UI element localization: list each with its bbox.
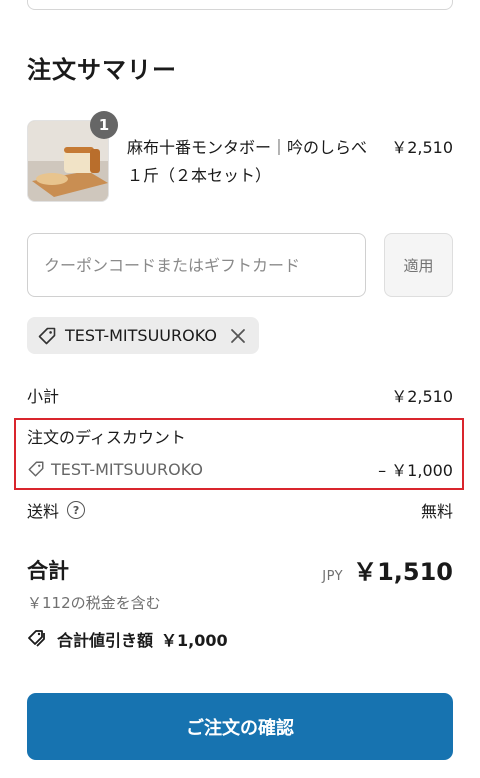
discount-label: 注文のディスカウント <box>27 428 186 447</box>
product-price: ￥2,510 <box>391 138 453 157</box>
subtotal-value: ￥2,510 <box>391 387 453 406</box>
quantity-badge: 1 <box>90 111 118 139</box>
tag-icon <box>27 460 45 478</box>
total-label: 合計 <box>27 559 69 583</box>
applied-coupon-chip: TEST-MITSUUROKO <box>27 317 259 354</box>
total-value: ￥1,510 <box>353 558 453 586</box>
close-icon[interactable] <box>229 327 247 345</box>
applied-coupon-code: TEST-MITSUUROKO <box>65 326 217 345</box>
discount-code: TEST-MITSUUROKO <box>51 459 203 479</box>
currency-code: JPY <box>322 569 344 584</box>
discount-value: – ￥1,000 <box>378 461 453 480</box>
subtotal-label: 小計 <box>27 387 60 406</box>
shipping-label: 送料 <box>27 502 60 521</box>
order-summary-title: 注文サマリー <box>27 56 177 84</box>
previous-input-field[interactable] <box>27 0 453 10</box>
savings-value: ￥1,000 <box>161 631 228 650</box>
total-savings: 合計値引き額 ￥1,000 <box>27 627 228 651</box>
savings-label: 合計値引き額 <box>57 631 154 650</box>
tag-icon <box>37 326 57 346</box>
tags-icon <box>27 628 49 650</box>
discount-row: TEST-MITSUUROKO – ￥1,000 <box>27 457 453 481</box>
total-value-group: JPY ￥1,510 <box>322 552 453 587</box>
shipping-value: 無料 <box>420 502 453 521</box>
product-name: 麻布十番モンタボー｜吟のしらべ １斤（２本セット） <box>127 138 384 185</box>
coupon-input[interactable] <box>27 233 366 297</box>
subtotal-row: 小計 ￥2,510 <box>27 383 453 407</box>
confirm-order-button[interactable]: ご注文の確認 <box>27 693 453 760</box>
tax-note: ￥112の税金を含む <box>27 594 161 612</box>
apply-button[interactable]: 適用 <box>384 233 453 297</box>
help-circle-icon[interactable]: ? <box>67 501 86 519</box>
shipping-row: 送料 ? 無料 <box>27 498 453 522</box>
